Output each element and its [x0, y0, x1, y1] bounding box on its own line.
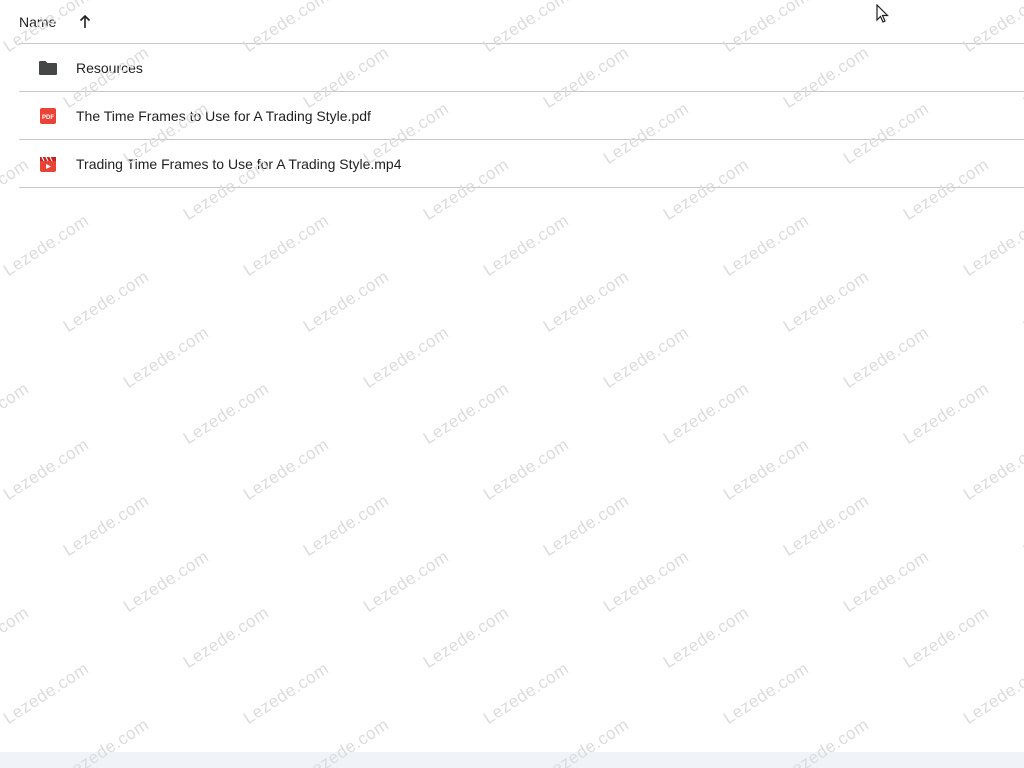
file-name: Trading Time Frames to Use for A Trading… [76, 155, 402, 172]
watermark-text: Lezede.com [240, 658, 333, 728]
list-header: Name [19, 0, 1024, 44]
watermark-text: Lezede.com [0, 658, 93, 728]
watermark-text: Lezede.com [960, 434, 1024, 504]
watermark-text: Lezede.com [960, 658, 1024, 728]
watermark-text: Lezede.com [420, 378, 513, 448]
watermark-text: Lezede.com [780, 490, 873, 560]
watermark-text: Lezede.com [720, 210, 813, 280]
watermark-text: Lezede.com [900, 602, 993, 672]
file-name: The Time Frames to Use for A Trading Sty… [76, 107, 371, 124]
watermark-text: Lezede.com [120, 546, 213, 616]
arrow-up-icon[interactable] [77, 14, 93, 30]
watermark-text: Lezede.com [780, 266, 873, 336]
watermark-text: Lezede.com [660, 602, 753, 672]
sort-by-name-button[interactable]: Name [19, 13, 93, 30]
folder-icon [37, 57, 59, 79]
list-item-pdf[interactable]: PDF The Time Frames to Use for A Trading… [19, 92, 1024, 140]
svg-text:PDF: PDF [42, 115, 54, 121]
mouse-cursor-icon [876, 4, 889, 23]
watermark-text: Lezede.com [420, 602, 513, 672]
watermark-text: Lezede.com [0, 434, 93, 504]
watermark-text: Lezede.com [360, 322, 453, 392]
list-item-folder[interactable]: Resources [19, 44, 1024, 92]
watermark-text: Lezede.com [480, 434, 573, 504]
watermark-text: Lezede.com [240, 210, 333, 280]
watermark-text: Lezede.com [600, 322, 693, 392]
watermark-text: Lezede.com [540, 490, 633, 560]
bottom-bar [0, 752, 1024, 768]
watermark-text: Lezede.com [960, 210, 1024, 280]
watermark-text: Lezede.com [0, 602, 33, 672]
watermark-text: Lezede.com [600, 546, 693, 616]
watermark-text: Lezede.com [300, 490, 393, 560]
watermark-text: Lezede.com [0, 210, 93, 280]
file-list: Name Resources PDF The Time Frames to Us… [19, 0, 1024, 188]
watermark-text: Lezede.com [360, 546, 453, 616]
video-icon [37, 153, 59, 175]
watermark-text: Lezede.com [480, 658, 573, 728]
watermark-text: Lezede.com [60, 490, 153, 560]
watermark-text: Lezede.com [180, 378, 273, 448]
watermark-text: Lezede.com [1020, 266, 1024, 336]
file-browser-page: Name Resources PDF The Time Frames to Us… [0, 0, 1024, 768]
watermark-text: Lezede.com [840, 322, 933, 392]
watermark-text: Lezede.com [300, 266, 393, 336]
watermark-text: Lezede.com [0, 378, 33, 448]
watermark-text: Lezede.com [120, 322, 213, 392]
pdf-icon: PDF [37, 105, 59, 127]
watermark-text: Lezede.com [60, 266, 153, 336]
file-name: Resources [76, 59, 143, 76]
watermark-text: Lezede.com [720, 434, 813, 504]
watermark-text: Lezede.com [720, 658, 813, 728]
watermark-text: Lezede.com [540, 266, 633, 336]
list-item-video[interactable]: Trading Time Frames to Use for A Trading… [19, 140, 1024, 188]
watermark-text: Lezede.com [1020, 490, 1024, 560]
column-header-name: Name [19, 14, 57, 30]
watermark-text: Lezede.com [240, 434, 333, 504]
watermark-text: Lezede.com [480, 210, 573, 280]
watermark-text: Lezede.com [900, 378, 993, 448]
watermark-text: Lezede.com [840, 546, 933, 616]
watermark-text: Lezede.com [660, 378, 753, 448]
watermark-text: Lezede.com [180, 602, 273, 672]
